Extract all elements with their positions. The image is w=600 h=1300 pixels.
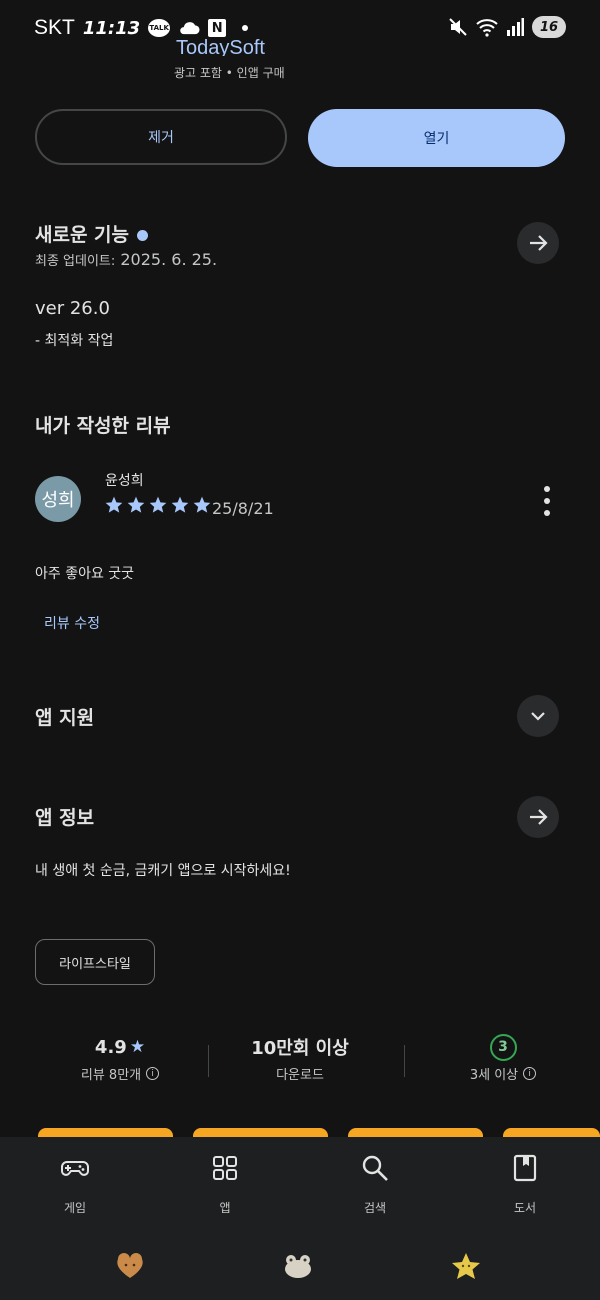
star-icon bbox=[193, 496, 211, 513]
avatar: 성희 bbox=[35, 476, 81, 522]
star-icon bbox=[171, 496, 189, 513]
nav-label-books: 도서 bbox=[513, 1201, 537, 1215]
version-text: ver 26.0 bbox=[35, 298, 110, 319]
last-updated-label: 최종 업데이트: bbox=[35, 254, 116, 269]
frog-sticker-icon bbox=[285, 1255, 311, 1278]
open-button[interactable]: 열기 bbox=[308, 109, 565, 167]
star-icon bbox=[105, 496, 123, 513]
clock: 11:13 bbox=[82, 17, 141, 39]
changelog-text: - 최적화 작업 bbox=[35, 333, 114, 349]
arrow-right-icon bbox=[530, 235, 548, 251]
divider bbox=[404, 1045, 405, 1077]
search-icon bbox=[362, 1155, 388, 1181]
star-sticker-icon bbox=[452, 1253, 480, 1279]
more-notifications-dot-icon bbox=[242, 25, 249, 31]
info-icon: i bbox=[523, 1067, 537, 1080]
book-icon bbox=[513, 1154, 537, 1182]
nav-label-search: 검색 bbox=[363, 1201, 387, 1215]
mute-icon bbox=[449, 18, 467, 36]
age-rating-row: 3세 이상 i bbox=[413, 1064, 593, 1083]
status-right: 16 bbox=[448, 16, 566, 38]
new-indicator-dot bbox=[137, 230, 149, 241]
battery-indicator: 16 bbox=[532, 16, 566, 38]
arrow-right-icon bbox=[530, 809, 548, 825]
nav-item-search[interactable]: 검색 bbox=[335, 1153, 415, 1216]
age-rating-stat[interactable]: 3 3세 이상 i bbox=[413, 1030, 593, 1083]
star-icon: ★ bbox=[129, 1037, 146, 1057]
app-description: 내 생애 첫 순금, 금캐기 앱으로 시작하세요! bbox=[35, 863, 291, 879]
more-options-icon[interactable] bbox=[537, 486, 557, 516]
reviews-count: 리뷰 8만개 bbox=[80, 1068, 142, 1083]
age-badge-row: 3 bbox=[413, 1030, 593, 1064]
divider bbox=[208, 1045, 209, 1077]
cloud-icon bbox=[180, 22, 200, 35]
rating-value: 4.9 bbox=[94, 1036, 127, 1058]
whats-new-arrow-button[interactable] bbox=[517, 222, 559, 264]
info-icon: i bbox=[146, 1067, 160, 1080]
kakaotalk-icon: TALK bbox=[148, 19, 171, 37]
app-support-expand-button[interactable] bbox=[517, 695, 559, 737]
wifi-icon bbox=[476, 19, 498, 37]
app-meta: 광고 포함 • 인앱 구매 bbox=[174, 66, 285, 80]
gamepad-icon bbox=[61, 1161, 89, 1176]
whats-new-heading[interactable]: 새로운 기능 bbox=[35, 220, 149, 247]
developer-name[interactable]: TodaySoft bbox=[176, 34, 265, 56]
status-bar: SKT 11:13 TALK N 16 bbox=[0, 0, 600, 56]
my-review-title: 내가 작성한 리뷰 bbox=[35, 415, 171, 437]
category-chip[interactable]: 라이프스타일 bbox=[35, 939, 155, 985]
reviews-count-row: 리뷰 8만개 i bbox=[30, 1064, 210, 1083]
apps-grid-icon bbox=[213, 1156, 237, 1180]
downloads-label: 다운로드 bbox=[276, 1068, 324, 1083]
chevron-down-icon bbox=[531, 712, 545, 721]
carrier-label: SKT bbox=[34, 16, 75, 39]
bottom-navigation: 게임 앱 검색 도서 bbox=[0, 1137, 600, 1300]
signal-icon bbox=[507, 18, 524, 36]
nav-label-apps: 앱 bbox=[219, 1201, 231, 1215]
review-date: 25/8/21 bbox=[212, 499, 274, 518]
app-support-title[interactable]: 앱 지원 bbox=[35, 703, 94, 730]
app-info-arrow-button[interactable] bbox=[517, 796, 559, 838]
last-updated-date: 2025. 6. 25. bbox=[120, 250, 218, 269]
app-info-title[interactable]: 앱 정보 bbox=[35, 803, 94, 830]
nav-item-games[interactable]: 게임 bbox=[35, 1153, 115, 1216]
age-rating-badge: 3 bbox=[489, 1033, 517, 1061]
stats-row: 4.9 ★ 리뷰 8만개 i 10만회 이상 다운로드 3 3세 이상 i bbox=[30, 1030, 570, 1090]
nav-item-apps[interactable]: 앱 bbox=[185, 1153, 265, 1216]
star-rating bbox=[104, 495, 212, 515]
star-icon bbox=[149, 496, 167, 513]
rating-value-row: 4.9 ★ bbox=[30, 1030, 210, 1064]
heart-sticker-icon bbox=[117, 1253, 143, 1278]
remove-button[interactable]: 제거 bbox=[35, 109, 287, 165]
whats-new-title: 새로운 기능 bbox=[35, 224, 130, 246]
nav-label-games: 게임 bbox=[63, 1201, 87, 1215]
age-rating-label: 3세 이상 bbox=[469, 1068, 519, 1083]
last-updated: 최종 업데이트: 2025. 6. 25. bbox=[35, 250, 217, 269]
rating-stat[interactable]: 4.9 ★ 리뷰 8만개 i bbox=[30, 1030, 210, 1083]
review-text: 아주 좋아요 굿굿 bbox=[35, 566, 135, 582]
nav-item-books[interactable]: 도서 bbox=[485, 1153, 565, 1216]
downloads-value: 10만회 이상 bbox=[251, 1038, 349, 1059]
downloads-stat: 10만회 이상 다운로드 bbox=[210, 1030, 390, 1083]
edit-review-link[interactable]: 리뷰 수정 bbox=[44, 613, 100, 633]
app-details-page: SKT 11:13 TALK N 16 TodaySoft 광고 포함 • 인앱… bbox=[0, 0, 600, 1300]
reviewer-name: 윤성희 bbox=[105, 473, 144, 489]
star-icon bbox=[127, 496, 145, 513]
